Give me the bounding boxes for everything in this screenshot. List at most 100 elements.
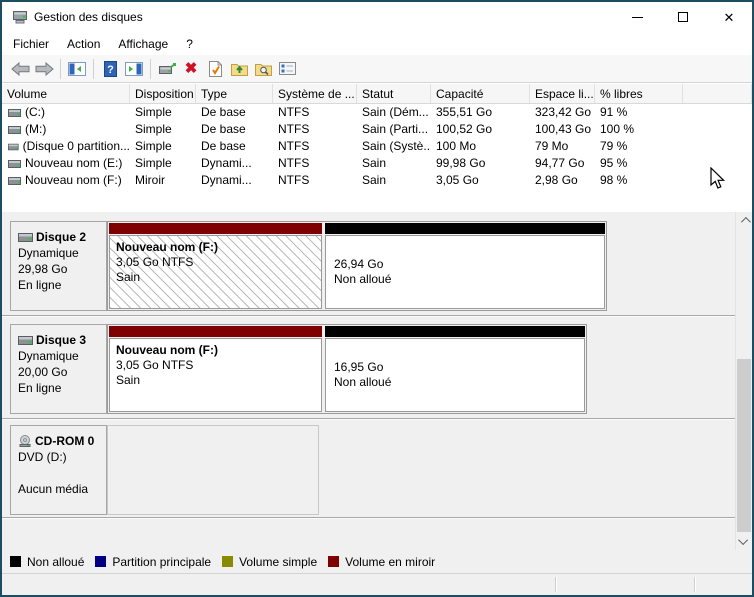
back-button[interactable] (8, 57, 32, 81)
disk-2-partition-area: Nouveau nom (F:) 3,05 Go NTFS Sain 26,94… (107, 221, 607, 311)
explore-folder-icon (254, 64, 272, 76)
disk-name: Disque 3 (36, 333, 87, 347)
menu-help[interactable]: ? (177, 34, 202, 54)
column-header-empty (683, 84, 752, 103)
delete-volume-icon: ✖ (184, 60, 198, 77)
status-bar-separator (694, 577, 695, 592)
disk-2-unallocated[interactable]: 26,94 Go Non alloué (325, 223, 605, 309)
band-divider (2, 517, 736, 519)
svg-text:?: ? (107, 64, 114, 76)
simple-volume-swatch (222, 556, 234, 567)
open-folder-button[interactable] (227, 57, 251, 81)
table-row-volume-c[interactable]: (C:) Simple De base NTFS Sain (Dém... 35… (2, 104, 752, 121)
column-header-espace-libre[interactable]: Espace li... (530, 84, 595, 103)
disk-2-volume-f[interactable]: Nouveau nom (F:) 3,05 Go NTFS Sain (109, 223, 322, 309)
disk-icon (18, 232, 33, 242)
scroll-up-button[interactable] (736, 212, 752, 229)
volume-icon (8, 176, 21, 185)
mouse-cursor (710, 167, 726, 189)
volume-icon (8, 125, 21, 134)
column-header-capacite[interactable]: Capacité (431, 84, 530, 103)
disk-name: Disque 2 (36, 230, 87, 244)
show-action-pane-button[interactable] (122, 57, 146, 81)
maximize-button[interactable] (660, 2, 706, 32)
cdrom-state: Aucun média (18, 482, 89, 496)
disk-management-app-icon (12, 10, 28, 27)
legend-item-unallocated: Non alloué (10, 555, 84, 569)
status-bar-separator (555, 577, 556, 592)
column-header-systeme[interactable]: Système de ... (273, 84, 357, 103)
column-header-pct-libres[interactable]: % libres (595, 84, 683, 103)
scroll-down-button[interactable] (736, 533, 752, 550)
disk-size: 29,98 Go (18, 262, 68, 276)
volume-icon (8, 108, 21, 117)
disk-state: En ligne (18, 278, 62, 292)
properties-button[interactable] (203, 57, 227, 81)
help-icon: ? (103, 60, 117, 77)
disk-3-header[interactable]: Disque 3 Dynamique 20,00 Go En ligne (10, 324, 107, 414)
volume-icon (8, 143, 19, 150)
disk-3-unallocated[interactable]: 16,95 Go Non alloué (325, 326, 585, 412)
title-bar: Gestion des disques ✕ (2, 2, 752, 32)
minimize-button[interactable] (614, 2, 660, 32)
show-console-tree-icon (68, 61, 86, 76)
open-folder-icon (230, 64, 248, 76)
show-action-pane-icon (125, 61, 143, 76)
disk-state: En ligne (18, 381, 62, 395)
mirrored-volume-strip (109, 326, 322, 337)
show-console-tree-button[interactable] (65, 57, 89, 81)
volume-table-header: Volume Disposition Type Système de ... S… (2, 84, 752, 104)
toolbar-separator (60, 58, 61, 79)
minimize-icon (631, 16, 643, 18)
maximize-icon (678, 12, 688, 22)
toolbar-separator (150, 58, 151, 79)
disk-name: CD-ROM 0 (35, 434, 95, 448)
forward-button[interactable] (32, 57, 56, 81)
disk-3-volume-f[interactable]: Nouveau nom (F:) 3,05 Go NTFS Sain (109, 326, 322, 412)
menu-fichier[interactable]: Fichier (4, 34, 58, 54)
disk-management-window: Gestion des disques ✕ Fichier Action Aff… (0, 0, 754, 597)
column-header-volume[interactable]: Volume (2, 84, 130, 103)
explore-folder-button[interactable] (251, 57, 275, 81)
column-header-type[interactable]: Type (196, 84, 273, 103)
primary-partition-swatch (95, 556, 107, 567)
disk-size: 20,00 Go (18, 365, 68, 379)
window-title: Gestion des disques (34, 10, 143, 24)
disk-kind: Dynamique (18, 349, 79, 363)
help-button[interactable]: ? (98, 57, 122, 81)
close-button[interactable]: ✕ (706, 2, 752, 32)
cdrom-icon (19, 435, 31, 447)
menu-affichage[interactable]: Affichage (109, 34, 177, 54)
band-divider (2, 315, 736, 317)
chevron-down-icon (737, 535, 748, 546)
column-header-statut[interactable]: Statut (357, 84, 431, 103)
legend-item-mirrored-volume: Volume en miroir (328, 555, 435, 569)
rescan-disks-button[interactable] (155, 57, 179, 81)
status-bar (2, 573, 752, 595)
disk-graph-pane: Disque 2 Dynamique 29,98 Go En ligne Nou… (2, 212, 752, 550)
graph-pane-scrollbar[interactable] (735, 212, 751, 550)
rescan-disks-icon (159, 62, 176, 74)
table-row-disque0-partition[interactable]: (Disque 0 partition... Simple De base NT… (2, 138, 752, 155)
band-divider (2, 418, 736, 420)
column-header-disposition[interactable]: Disposition (130, 84, 196, 103)
legend-item-simple-volume: Volume simple (222, 555, 317, 569)
tasks-button[interactable] (275, 57, 299, 81)
table-row-nouveau-nom-f[interactable]: Nouveau nom (F:) Miroir Dynami... NTFS S… (2, 172, 752, 189)
properties-icon (208, 60, 222, 77)
volume-icon (8, 159, 21, 168)
scrollbar-thumb[interactable] (737, 359, 751, 532)
menu-action[interactable]: Action (58, 34, 109, 54)
back-icon (10, 61, 29, 76)
disk-icon (18, 335, 33, 345)
cdrom-0-header[interactable]: CD-ROM 0 DVD (D:) Aucun média (10, 425, 107, 515)
disk-kind: Dynamique (18, 246, 79, 260)
unallocated-strip (325, 326, 585, 337)
cdrom-0-media-area (107, 425, 319, 515)
delete-volume-button[interactable]: ✖ (179, 57, 203, 81)
table-row-nouveau-nom-e[interactable]: Nouveau nom (E:) Simple Dynami... NTFS S… (2, 155, 752, 172)
unallocated-swatch (10, 556, 21, 567)
unallocated-strip (325, 223, 605, 234)
disk-2-header[interactable]: Disque 2 Dynamique 29,98 Go En ligne (10, 221, 107, 311)
table-row-volume-m[interactable]: (M:) Simple De base NTFS Sain (Parti... … (2, 121, 752, 138)
